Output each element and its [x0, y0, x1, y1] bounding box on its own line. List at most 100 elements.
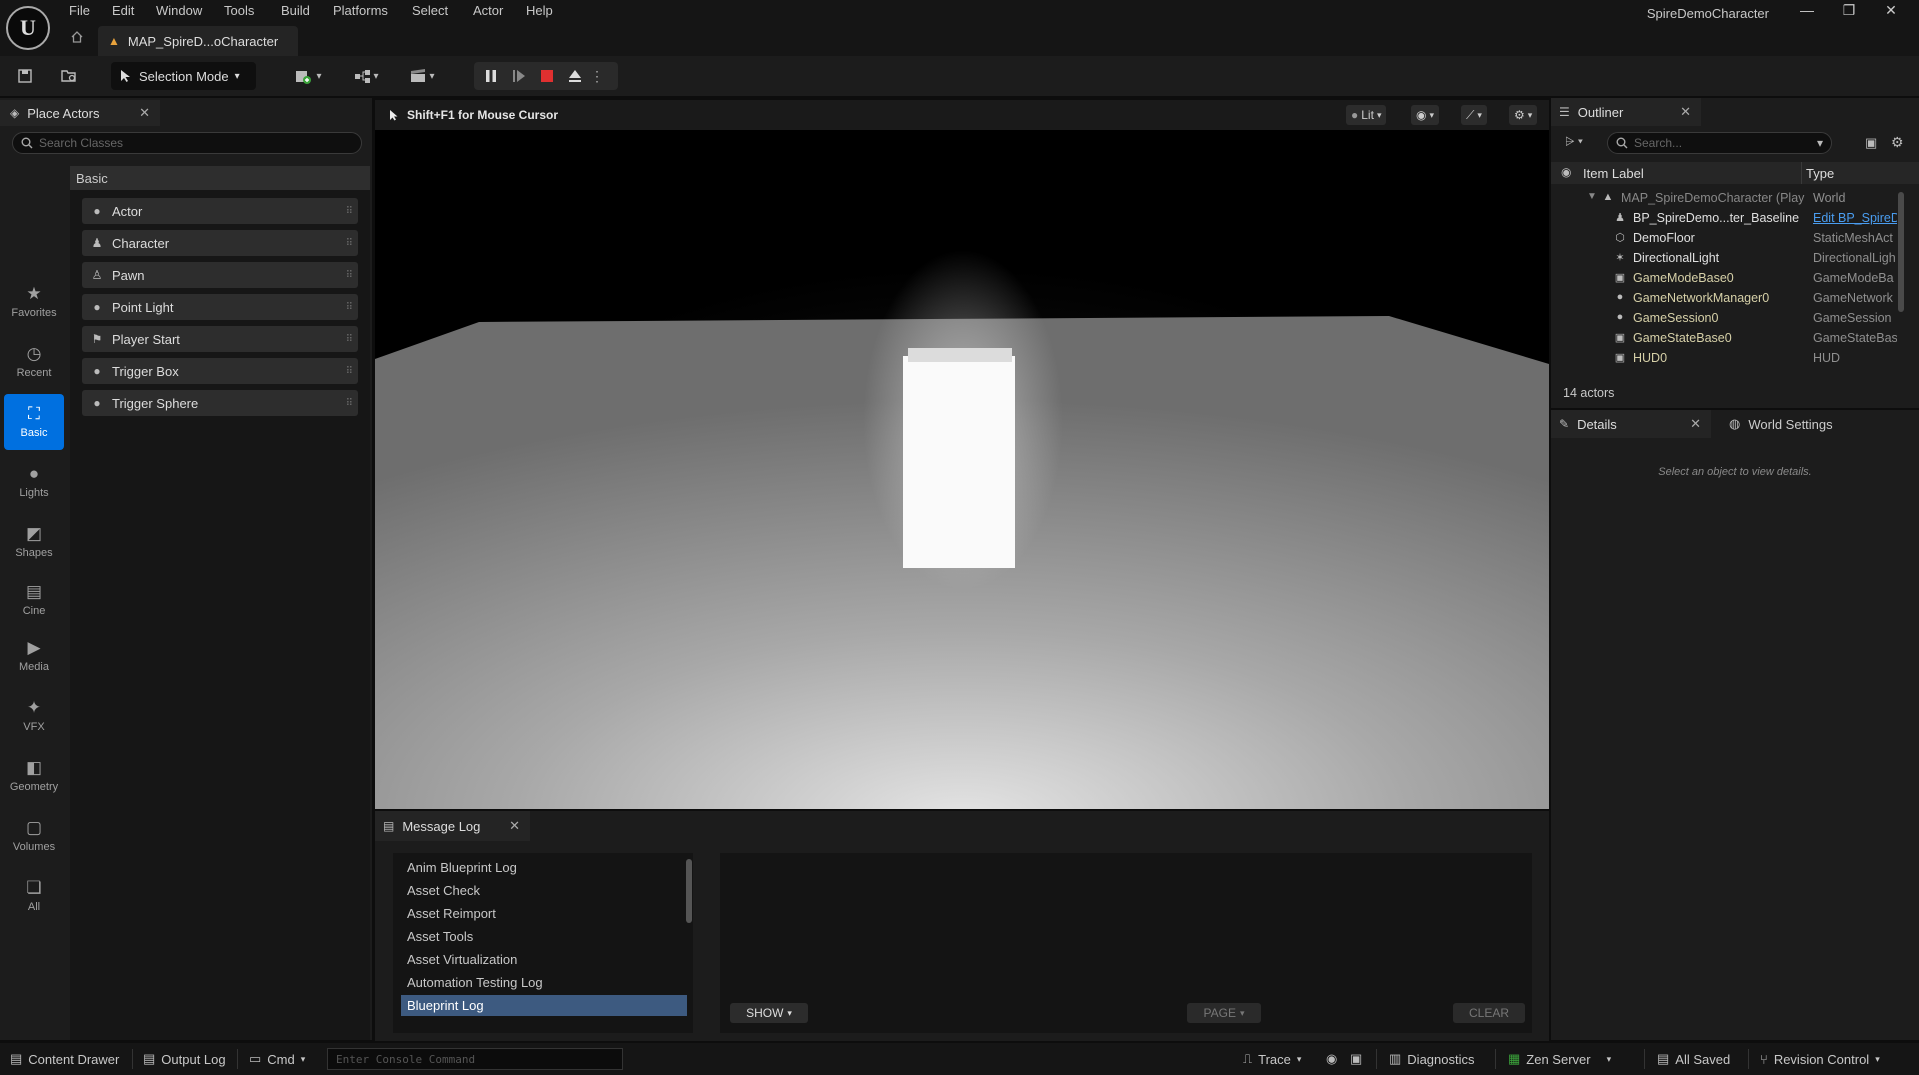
outliner-row-world[interactable]: ▼ ▲ MAP_SpireDemoCharacter (Play World [1551, 188, 1909, 208]
viewport-settings-dropdown[interactable]: ⚙ ▾ [1509, 105, 1538, 125]
outliner-row[interactable]: ▣ GameStateBase0 GameStateBas [1551, 328, 1909, 348]
menu-edit[interactable]: Edit [110, 3, 136, 18]
column-type[interactable]: Type [1806, 166, 1834, 181]
play-options-icon[interactable]: ⋮ [590, 66, 604, 86]
close-icon[interactable]: ✕ [509, 818, 520, 834]
menu-tools[interactable]: Tools [222, 3, 256, 18]
category-volumes[interactable]: ▢ Volumes [4, 808, 64, 864]
column-divider[interactable] [1801, 162, 1802, 184]
all-saved-button[interactable]: ▤ All Saved [1657, 1049, 1730, 1069]
drag-handle-icon[interactable]: ⠿ [346, 398, 353, 409]
scrollbar[interactable] [1898, 192, 1904, 312]
content-drawer-button[interactable]: ▤ Content Drawer [10, 1049, 119, 1069]
category-shapes[interactable]: ◩ Shapes [4, 514, 64, 570]
category-favorites[interactable]: ★ Favorites [4, 274, 64, 330]
outliner-row[interactable]: ♟ BP_SpireDemo...ter_Baseline Edit BP_Sp… [1551, 208, 1909, 228]
category-recent[interactable]: ◷ Recent [4, 334, 64, 390]
outliner-row[interactable]: ● GameSession0 GameSession [1551, 308, 1909, 328]
outliner-search-input[interactable]: Search... ▾ [1607, 132, 1832, 154]
content-browser-icon[interactable] [56, 64, 82, 88]
actor-item-point-light[interactable]: ● Point Light ⠿ [82, 294, 358, 320]
actor-item-trigger-box[interactable]: ● Trigger Box ⠿ [82, 358, 358, 384]
scrollbar[interactable] [686, 859, 692, 923]
actor-item-player-start[interactable]: ⚑ Player Start ⠿ [82, 326, 358, 352]
category-all[interactable]: ❏ All [4, 868, 64, 924]
world-settings-tab[interactable]: ◍ World Settings [1719, 410, 1909, 438]
log-category-item[interactable]: Asset Tools [401, 926, 687, 947]
cmd-dropdown[interactable]: ▭ Cmd ▾ [249, 1049, 305, 1069]
level-tab[interactable]: ▲ MAP_SpireD...oCharacter [98, 26, 298, 56]
log-category-item[interactable]: Anim Blueprint Log [401, 857, 687, 878]
diagnostics-button[interactable]: ▥ Diagnostics [1389, 1049, 1475, 1069]
restore-icon[interactable]: ❐ [1832, 2, 1866, 22]
clear-button[interactable]: CLEAR [1453, 1003, 1525, 1023]
log-category-item[interactable]: Automation Testing Log [401, 972, 687, 993]
drag-handle-icon[interactable]: ⠿ [346, 238, 353, 249]
save-icon[interactable] [12, 64, 38, 88]
zen-server-dropdown[interactable]: ▦ Zen Server ▾ [1508, 1049, 1611, 1069]
log-category-item[interactable]: Asset Virtualization [401, 949, 687, 970]
expand-arrow-icon[interactable]: ▼ [1587, 191, 1597, 202]
filter-icon[interactable]: ⩥ ▾ [1565, 134, 1583, 149]
output-log-button[interactable]: ▤ Output Log [143, 1049, 226, 1069]
close-icon[interactable]: ✕ [1680, 104, 1691, 120]
menu-help[interactable]: Help [524, 3, 555, 18]
level-viewport[interactable]: Shift+F1 for Mouse Cursor ● Lit ▾ ◉ ▾ ⟋ ▾ … [375, 100, 1549, 809]
outliner-row[interactable]: ⬡ DemoFloor StaticMeshAct [1551, 228, 1909, 248]
actor-item-trigger-sphere[interactable]: ● Trigger Sphere ⠿ [82, 390, 358, 416]
menu-actor[interactable]: Actor [471, 3, 505, 18]
category-cine[interactable]: ▤ Cine [4, 572, 64, 628]
menu-window[interactable]: Window [154, 3, 204, 18]
details-tab[interactable]: ✎ Details ✕ [1551, 410, 1711, 438]
show-flags-dropdown[interactable]: ◉ ▾ [1411, 105, 1440, 125]
category-geometry[interactable]: ◧ Geometry [4, 748, 64, 804]
record-icon[interactable]: ◉ [1326, 1049, 1337, 1069]
outliner-row[interactable]: ▣ GameModeBase0 GameModeBa [1551, 268, 1909, 288]
actor-item-actor[interactable]: ● Actor ⠿ [82, 198, 358, 224]
category-basic[interactable]: ⛶ Basic [4, 394, 64, 450]
close-icon[interactable]: ✕ [1690, 416, 1701, 432]
menu-build[interactable]: Build [279, 3, 312, 18]
outliner-row[interactable]: ✶ DirectionalLight DirectionalLigh [1551, 248, 1909, 268]
close-icon[interactable]: ✕ [139, 105, 150, 121]
unreal-logo[interactable]: U [6, 6, 50, 50]
category-vfx[interactable]: ✦ VFX [4, 688, 64, 744]
add-folder-icon[interactable]: ▣ [1865, 135, 1877, 151]
column-item-label[interactable]: Item Label [1583, 166, 1644, 181]
cinematics-icon[interactable]: ▾ [402, 64, 442, 88]
minimize-icon[interactable]: — [1790, 2, 1824, 22]
log-category-item-selected[interactable]: Blueprint Log [401, 995, 687, 1016]
close-window-icon[interactable]: ✕ [1874, 2, 1908, 22]
drag-handle-icon[interactable]: ⠿ [346, 334, 353, 345]
log-category-item[interactable]: Asset Reimport [401, 903, 687, 924]
console-command-input[interactable]: Enter Console Command [327, 1048, 623, 1070]
snap-settings-dropdown[interactable]: ⟋ ▾ [1461, 105, 1487, 125]
drag-handle-icon[interactable]: ⠿ [346, 270, 353, 281]
drag-handle-icon[interactable]: ⠿ [346, 366, 353, 377]
revision-control-dropdown[interactable]: ⑂ Revision Control ▾ [1760, 1049, 1880, 1069]
category-lights[interactable]: ● Lights [4, 454, 64, 510]
blueprint-icon[interactable]: ▾ [346, 64, 386, 88]
view-mode-lit-dropdown[interactable]: ● Lit ▾ [1346, 105, 1387, 125]
stop-icon[interactable] [536, 66, 558, 86]
category-media[interactable]: ▶ Media [4, 628, 64, 684]
pause-icon[interactable] [480, 66, 502, 86]
page-dropdown[interactable]: PAGE ▾ [1187, 1003, 1261, 1023]
outliner-row[interactable]: ● GameNetworkManager0 GameNetwork [1551, 288, 1909, 308]
message-log-tab[interactable]: ▤ Message Log ✕ [375, 811, 530, 841]
visibility-eye-icon[interactable]: ◉ [1561, 165, 1571, 179]
drag-handle-icon[interactable]: ⠿ [346, 206, 353, 217]
menu-file[interactable]: File [67, 3, 92, 18]
chevron-down-icon[interactable]: ▾ [1817, 136, 1823, 150]
show-dropdown[interactable]: SHOW ▾ [730, 1003, 808, 1023]
eject-icon[interactable] [564, 66, 586, 86]
outliner-row[interactable]: ▣ HUD0 HUD [1551, 348, 1909, 368]
home-icon[interactable] [70, 30, 90, 52]
menu-select[interactable]: Select [410, 3, 450, 18]
add-actor-icon[interactable]: ▾ [288, 64, 328, 88]
log-category-item[interactable]: Asset Check [401, 880, 687, 901]
search-classes-input[interactable]: Search Classes [12, 132, 362, 154]
outliner-tab[interactable]: ☰ Outliner ✕ [1551, 98, 1701, 126]
place-actors-tab[interactable]: ◈ Place Actors ✕ [0, 98, 160, 126]
gear-icon[interactable]: ⚙ [1891, 134, 1904, 151]
